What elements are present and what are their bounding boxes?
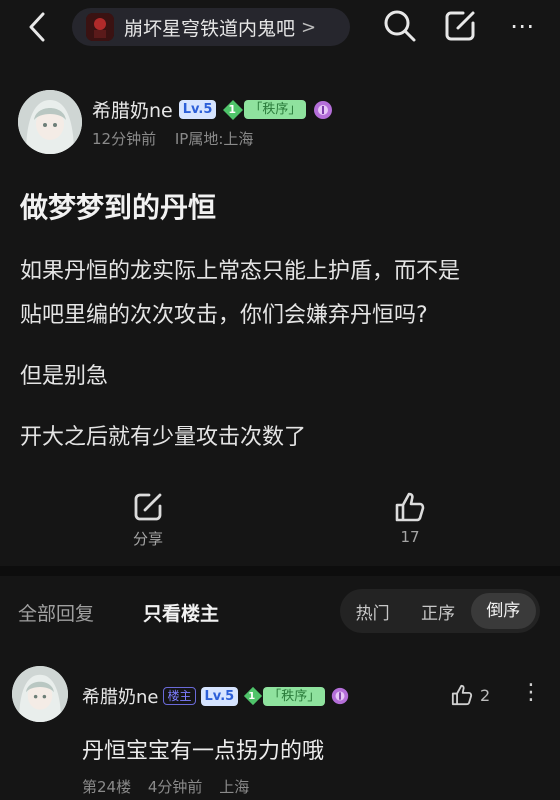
more-button[interactable]: ⋯ [504, 8, 540, 44]
comment-like-button[interactable]: 2 [450, 683, 490, 707]
comment-location: 上海 [219, 778, 250, 796]
comment-text: 丹恒宝宝有一点拐力的哦 [82, 739, 325, 764]
forum-name: 崩坏星穹铁道内鬼吧 [124, 17, 296, 40]
author-avatar[interactable] [18, 90, 82, 154]
post-paragraph: 开大之后就有少量攻击次数了 [20, 425, 307, 450]
sort-descending[interactable]: 倒序 [470, 593, 536, 629]
comment-avatar[interactable] [12, 666, 68, 722]
post-time: 12分钟前 [92, 130, 157, 148]
comment-floor: 第24楼 [82, 778, 132, 796]
share-label: 分享 [132, 530, 163, 548]
edit-icon [445, 11, 475, 41]
edit-button[interactable] [442, 8, 478, 44]
medal-icon [332, 687, 349, 705]
share-icon [134, 493, 162, 521]
post-paragraph: 贴吧里编的次次攻击，你们会嫌弃丹恒吗? [20, 303, 428, 328]
more-icon: ⋯ [510, 12, 534, 40]
order-badge-title: 「秩序」 [263, 686, 326, 706]
forum-chevron: > [301, 16, 317, 38]
level-badge: Lv.5 [178, 100, 217, 119]
order-badge: 1 「秩序」 [243, 686, 326, 706]
post-author-row: 希腊奶ne Lv.5 1 「秩序」 [92, 96, 334, 123]
search-icon [384, 10, 416, 42]
sort-toggle: 热门 正序 倒序 [340, 589, 540, 633]
post-paragraph: 如果丹恒的龙实际上常态只能上护盾，而不是 [20, 259, 461, 284]
sort-hot[interactable]: 热门 [340, 599, 405, 624]
medal-icon [314, 100, 333, 119]
thumbs-up-icon [395, 492, 425, 522]
like-button[interactable]: 17 [384, 490, 436, 546]
comment-author-row: 希腊奶ne 楼主 Lv.5 1 「秩序」 [82, 683, 350, 709]
section-divider [0, 566, 560, 576]
share-button[interactable]: 分享 [120, 490, 176, 549]
post-paragraph: 但是别急 [20, 364, 109, 389]
post-author-name[interactable]: 希腊奶ne [92, 96, 173, 123]
comment-more-button[interactable]: ⋮ [520, 680, 542, 705]
forum-avatar [86, 13, 114, 41]
level-badge: Lv.5 [200, 686, 239, 706]
post-ip: IP属地:上海 [174, 130, 254, 148]
thumbs-up-icon [451, 684, 473, 706]
comment-time: 4分钟前 [147, 778, 203, 796]
order-badge-title: 「秩序」 [244, 100, 307, 119]
post-meta: 12分钟前 IP属地:上海 [92, 128, 267, 149]
order-badge: 1 「秩序」 [222, 99, 307, 121]
order-badge-level: 1 [248, 690, 256, 702]
search-button[interactable] [382, 8, 418, 44]
top-bar: 崩坏星穹铁道内鬼吧 > ⋯ [0, 0, 560, 56]
sort-ascending[interactable]: 正序 [405, 599, 470, 624]
post-title: 做梦梦到的丹恒 [20, 191, 217, 224]
tab-all-replies[interactable]: 全部回复 [18, 599, 94, 626]
comment-author-name[interactable]: 希腊奶ne [82, 683, 158, 709]
comment-meta: 第24楼 4分钟前 上海 [82, 776, 261, 797]
tab-host-only[interactable]: 只看楼主 [143, 599, 219, 626]
forum-pill[interactable]: 崩坏星穹铁道内鬼吧 > [72, 8, 350, 46]
like-count: 17 [400, 528, 420, 546]
more-vertical-icon: ⋮ [520, 680, 542, 705]
back-button[interactable] [22, 10, 52, 44]
order-badge-level: 1 [228, 103, 237, 116]
comment-like-count: 2 [480, 685, 491, 705]
chevron-left-icon [29, 12, 45, 42]
host-tag: 楼主 [163, 687, 196, 705]
